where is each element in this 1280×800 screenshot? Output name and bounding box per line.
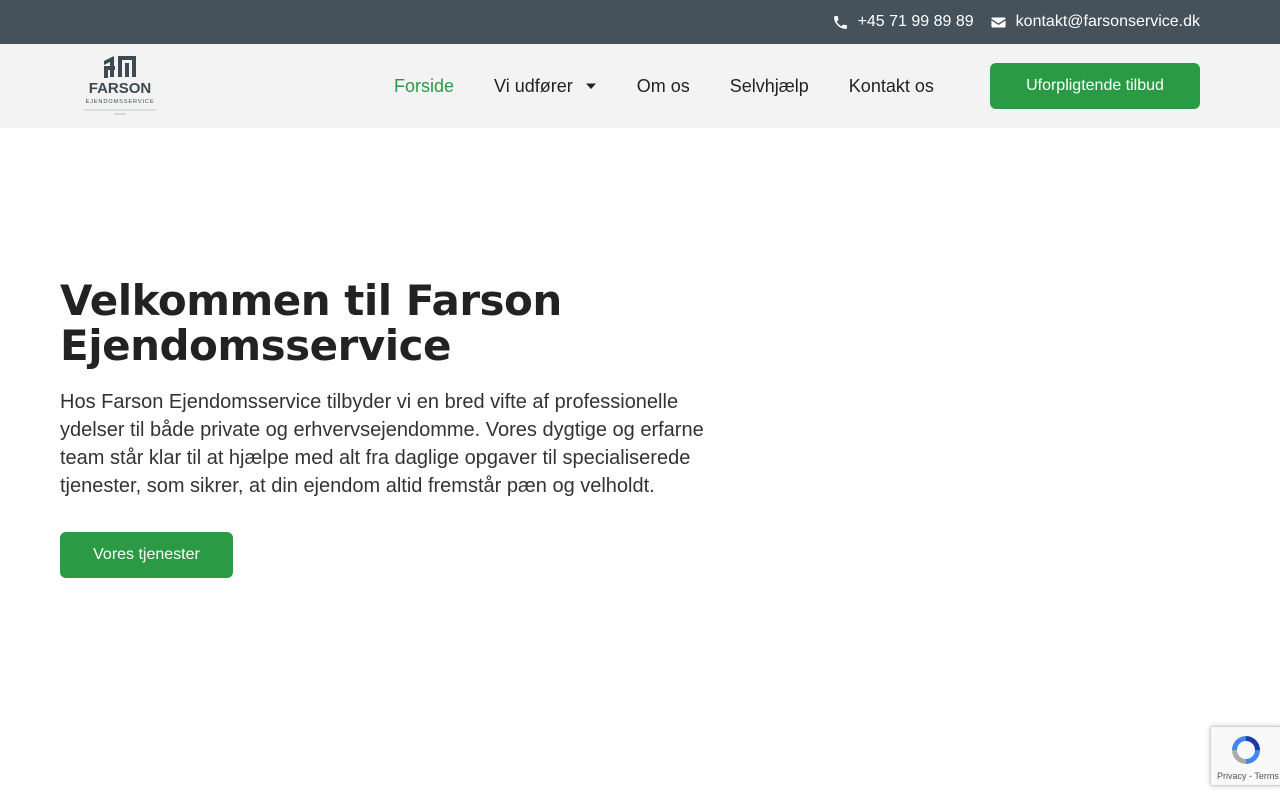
email-address: kontakt@farsonservice.dk (1015, 13, 1200, 30)
nav-item-forside[interactable]: Forside (394, 76, 454, 97)
nav-item-kontakt-os[interactable]: Kontakt os (849, 76, 934, 97)
nav-item-label: Selvhjælp (729, 75, 809, 96)
top-contact-bar: +45 71 99 89 89 kontakt@farsonservice.dk (0, 0, 1280, 44)
hero-section: Velkommen til Farson Ejendomsservice Hos… (60, 276, 740, 578)
nav-item-vi-udforer[interactable]: Vi udfører (494, 76, 597, 97)
main-navigation: Forside Vi udfører Om os Selvhjælp Konta… (394, 44, 974, 128)
phone-link[interactable]: +45 71 99 89 89 (832, 13, 974, 31)
phone-icon (832, 13, 850, 31)
recaptcha-icon (1229, 733, 1263, 767)
nav-item-selvhjaelp[interactable]: Selvhjælp (730, 76, 809, 97)
nav-item-label: Kontakt os (848, 75, 934, 96)
email-link[interactable]: kontakt@farsonservice.dk (990, 13, 1200, 31)
nav-item-label: Om os (636, 75, 690, 96)
site-header: FARSON EJENDOMSSERVICE Forside Vi udføre… (0, 44, 1280, 128)
nav-item-label: Vi udfører (494, 75, 573, 96)
envelope-icon (990, 13, 1008, 31)
phone-number: +45 71 99 89 89 (857, 13, 974, 30)
svg-text:EJENDOMSSERVICE: EJENDOMSSERVICE (85, 99, 154, 105)
hero-title: Velkommen til Farson Ejendomsservice (60, 276, 562, 370)
recaptcha-badge[interactable]: Privacy - Terms (1210, 726, 1280, 786)
services-button[interactable]: Vores tjenester (60, 532, 233, 578)
caret-down-icon[interactable] (585, 80, 597, 92)
farson-logo[interactable]: FARSON EJENDOMSSERVICE (80, 55, 160, 119)
svg-text:FARSON: FARSON (89, 80, 152, 97)
hero-description: Hos Farson Ejendomsservice tilbyder vi e… (60, 391, 704, 497)
recaptcha-terms[interactable]: Privacy - Terms (1217, 771, 1279, 781)
nav-item-label: Forside (394, 75, 455, 96)
contact-links: +45 71 99 89 89 kontakt@farsonservice.dk (832, 0, 1200, 44)
quote-request-button[interactable]: Uforpligtende tilbud (990, 63, 1200, 109)
nav-item-om-os[interactable]: Om os (637, 76, 690, 97)
